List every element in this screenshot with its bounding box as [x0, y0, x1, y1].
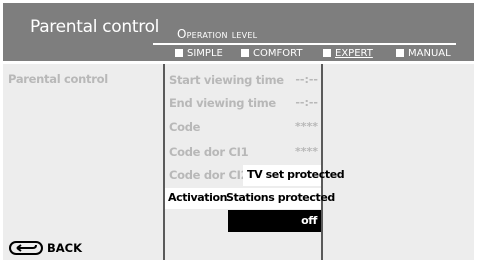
setting-code-ci1-value: ****	[294, 145, 318, 158]
operation-level-underline	[153, 43, 456, 45]
setting-start-viewing-time-value: --:--	[295, 73, 318, 86]
level-square-icon	[241, 49, 249, 57]
page-title: Parental control	[30, 17, 160, 37]
back-return-icon	[9, 241, 43, 255]
popup-option-off-selected[interactable]: off	[228, 210, 321, 232]
level-option-simple[interactable]: SIMPLE	[175, 48, 223, 60]
operation-level-label: Operation level	[177, 27, 258, 41]
setting-code-ci1[interactable]: Code dor CI1	[169, 145, 249, 159]
popup-option-label: TV set protected	[247, 168, 345, 181]
activation-row[interactable]: Activation Stations protected	[165, 188, 335, 209]
level-square-icon	[396, 49, 404, 57]
column-divider-left	[163, 64, 165, 260]
setting-code-ci2[interactable]: Code dor CI2	[169, 168, 249, 182]
setting-end-viewing-time-value: --:--	[295, 96, 318, 109]
level-option-comfort[interactable]: COMFORT	[241, 48, 302, 60]
popup-option-stations-protected[interactable]: Stations protected	[226, 191, 335, 205]
level-label-simple: SIMPLE	[187, 48, 223, 59]
header-bar: Parental control Operation level SIMPLE …	[3, 3, 474, 61]
column-divider-right	[321, 64, 323, 260]
level-option-expert[interactable]: EXPERT	[323, 48, 373, 60]
left-column-heading: Parental control	[8, 72, 108, 86]
level-square-icon	[175, 49, 183, 57]
back-button[interactable]: BACK	[9, 240, 82, 256]
level-label-comfort: COMFORT	[253, 48, 303, 59]
setting-code-value: ****	[294, 120, 318, 133]
popup-option-label: off	[301, 214, 317, 227]
parental-control-screen: Parental control Operation level SIMPLE …	[0, 0, 478, 263]
level-label-manual: MANUAL	[408, 48, 451, 59]
setting-start-viewing-time[interactable]: Start viewing time	[169, 73, 284, 87]
setting-end-viewing-time[interactable]: End viewing time	[169, 96, 276, 110]
popup-option-tv-set-protected[interactable]: TV set protected	[243, 165, 345, 186]
level-label-expert: EXPERT	[335, 48, 373, 59]
level-square-icon	[323, 49, 331, 57]
back-label: BACK	[47, 241, 83, 255]
setting-activation: Activation	[168, 191, 228, 204]
level-option-manual[interactable]: MANUAL	[396, 48, 451, 60]
setting-code[interactable]: Code	[169, 120, 200, 134]
